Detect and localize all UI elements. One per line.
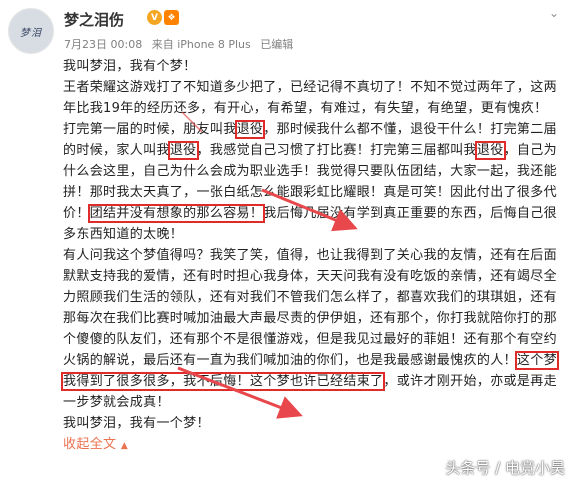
post-paragraph: 我叫梦泪，我有一个梦！ 收起全文 ▲ bbox=[63, 413, 566, 457]
collapse-label: 收起全文 bbox=[63, 437, 117, 452]
collapse-link[interactable]: 收起全文 ▲ bbox=[63, 437, 128, 452]
post-text: ，我感觉自己习惯了打比赛！打完第三届都叫我 bbox=[196, 143, 477, 158]
post-edited[interactable]: 已编辑 bbox=[260, 38, 293, 51]
username[interactable]: 梦之泪伤 bbox=[64, 9, 124, 30]
post-text: 我叫梦泪，我有一个梦！ bbox=[63, 416, 210, 431]
highlight-box: 退役 bbox=[167, 141, 199, 160]
post-meta: 7月23日 00:08 来自 iPhone 8 Plus 已编辑 bbox=[64, 36, 299, 52]
post-paragraph: 我叫梦泪，我有个梦！ bbox=[63, 59, 197, 74]
post-paragraph: 有人问我这个梦值得吗？我笑了笑，值得，也让我得到了关心我的友情，还有在后面默默支… bbox=[61, 245, 566, 413]
highlight-box: 退役 bbox=[474, 141, 506, 160]
avatar[interactable]: 梦泪 bbox=[8, 8, 54, 54]
chevron-up-icon: ▲ bbox=[120, 441, 129, 451]
post-paragraph: 打完第一届的时候，朋友叫我退役，那时候我什么都不懂，退役干什么！打完第二届的时候… bbox=[63, 119, 566, 245]
member-badge-icon: ❖ bbox=[164, 10, 179, 25]
post-date[interactable]: 7月23日 00:08 bbox=[64, 38, 142, 51]
watermark: 头条号 / 电竞小昊 bbox=[445, 459, 565, 477]
post-text: 有人问我这个梦值得吗？我笑了笑，值得，也让我得到了关心我的友情，还有在后面默默支… bbox=[63, 248, 557, 368]
highlight-box: 团结并没有想象的那么容易！ bbox=[87, 204, 266, 223]
post-source: 来自 iPhone 8 Plus bbox=[151, 38, 251, 51]
post-body: 我叫梦泪，我有个梦！ 王者荣耀这游戏打了不知道多少把了，已经记得不真切了！不知不… bbox=[61, 56, 566, 457]
post-paragraph: 王者荣耀这游戏打了不知道多少把了，已经记得不真切了！不知不觉过两年了，这两年比我… bbox=[63, 80, 557, 116]
highlight-box: 退役 bbox=[234, 120, 266, 139]
verified-badge-icon: V bbox=[147, 10, 162, 25]
chevron-down-icon[interactable]: ⌄ bbox=[547, 6, 561, 20]
post-text: 打完第一届的时候，朋友叫我 bbox=[63, 122, 237, 137]
avatar-label: 梦泪 bbox=[20, 28, 42, 39]
